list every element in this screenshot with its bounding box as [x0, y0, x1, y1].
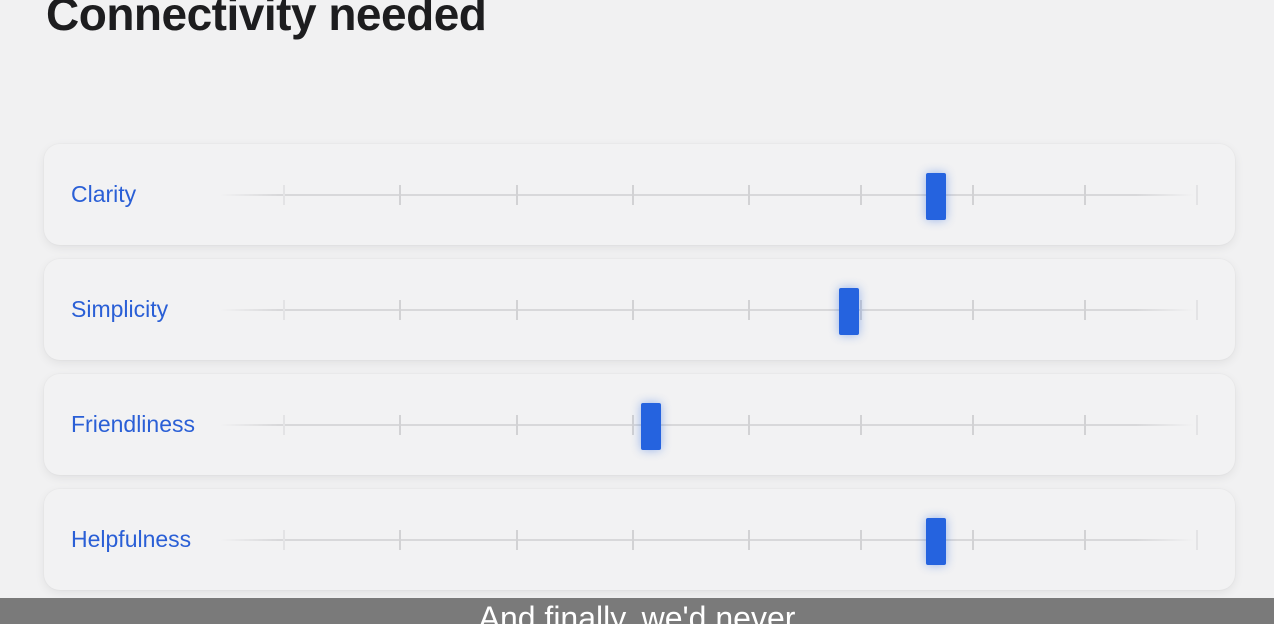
slider-tick: [972, 530, 974, 550]
slider-tick: [1084, 185, 1086, 205]
slider-tick: [972, 185, 974, 205]
slider-tick: [399, 530, 401, 550]
slider-card-simplicity: Simplicity: [44, 259, 1235, 360]
slider-card-helpfulness: Helpfulness: [44, 489, 1235, 590]
slider-tick: [972, 300, 974, 320]
slider-tick: [283, 530, 285, 550]
slider-tick: [516, 530, 518, 550]
slider-thumb[interactable]: [926, 518, 947, 565]
slider-tick: [399, 415, 401, 435]
slider-tick: [860, 415, 862, 435]
slider-tick: [283, 185, 285, 205]
slider-label: Friendliness: [71, 411, 195, 437]
slider-label: Helpfulness: [71, 526, 192, 552]
slider-tick: [516, 185, 518, 205]
presentation-screen: Connectivity needed Clarity Simplicity F…: [0, 0, 1274, 624]
track-line: [220, 424, 1194, 426]
slider-tick: [632, 415, 634, 435]
slider-track[interactable]: [220, 403, 1198, 450]
rating-slider-list: Clarity Simplicity Friendliness Helpfuln…: [0, 0, 1274, 624]
slider-tick: [632, 300, 634, 320]
slider-tick: [1196, 415, 1198, 435]
subtitle-caption-bar: And finally, we'd never: [0, 598, 1274, 624]
slider-tick: [1196, 185, 1198, 205]
slider-tick: [283, 300, 285, 320]
slider-thumb[interactable]: [641, 403, 662, 450]
slider-tick: [1084, 300, 1086, 320]
slider-tick: [748, 300, 750, 320]
slider-tick: [516, 415, 518, 435]
slider-tick: [860, 530, 862, 550]
slider-tick: [1084, 415, 1086, 435]
slider-tick: [632, 530, 634, 550]
slider-track[interactable]: [220, 518, 1198, 565]
slider-thumb[interactable]: [926, 173, 947, 220]
slider-tick: [399, 185, 401, 205]
slider-track[interactable]: [220, 173, 1198, 220]
track-line: [220, 539, 1194, 541]
slider-tick: [972, 415, 974, 435]
slider-track[interactable]: [220, 288, 1198, 335]
slider-tick: [748, 530, 750, 550]
slider-tick: [860, 185, 862, 205]
slider-tick: [399, 300, 401, 320]
slider-label: Clarity: [71, 181, 137, 207]
slider-tick: [516, 300, 518, 320]
slider-tick: [1084, 530, 1086, 550]
slider-card-friendliness: Friendliness: [44, 374, 1235, 475]
slider-tick: [1196, 530, 1198, 550]
slider-tick: [748, 415, 750, 435]
slider-tick: [748, 185, 750, 205]
slider-thumb[interactable]: [838, 288, 859, 335]
track-line: [220, 194, 1194, 196]
slider-tick: [1196, 300, 1198, 320]
slider-tick: [632, 185, 634, 205]
slider-tick: [283, 415, 285, 435]
subtitle-caption-text: And finally, we'd never: [478, 600, 796, 624]
slider-label: Simplicity: [71, 296, 169, 322]
slider-card-clarity: Clarity: [44, 144, 1235, 245]
slider-tick: [860, 300, 862, 320]
track-line: [220, 309, 1194, 311]
